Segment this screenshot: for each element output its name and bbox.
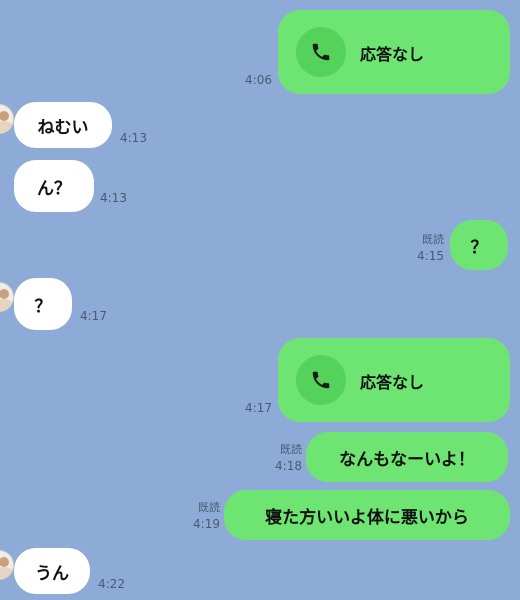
message-meta: 既読 4:15: [400, 232, 444, 264]
message-text: 寝た方いいよ体に悪いから: [265, 507, 469, 528]
message-time: 4:13: [100, 191, 127, 205]
message-time: 4:06: [245, 73, 272, 87]
read-receipt: 既読: [280, 443, 302, 456]
message-text: なんもなーいよ！: [339, 449, 475, 470]
message-meta: 既読 4:18: [252, 442, 302, 474]
read-receipt: 既読: [422, 233, 444, 246]
missed-call-bubble[interactable]: 応答なし: [278, 10, 510, 94]
phone-icon: [296, 27, 346, 77]
avatar[interactable]: [0, 282, 14, 312]
message-text: ？: [34, 296, 52, 317]
message-row: 既読 4:15 ？: [0, 220, 520, 270]
message-text: うん: [35, 563, 69, 584]
outgoing-message-bubble[interactable]: 寝た方いいよ体に悪いから: [224, 490, 510, 540]
message-row: 既読 4:18 なんもなーいよ！: [0, 432, 520, 482]
message-time: 4:13: [120, 131, 147, 145]
incoming-message-bubble[interactable]: ？: [14, 278, 72, 330]
message-row: うん 4:22: [0, 548, 520, 600]
message-time: 4:17: [80, 309, 107, 323]
message-time: 4:19: [193, 517, 220, 531]
message-row: ん？ 4:13: [0, 160, 520, 212]
message-time: 4:18: [275, 459, 302, 473]
message-meta: 既読 4:19: [170, 500, 220, 532]
message-time: 4:15: [417, 249, 444, 263]
call-status-label: 応答なし: [360, 373, 425, 392]
message-text: ねむい: [37, 117, 89, 138]
chat-thread: 4:06 応答なし ねむい 4:13 ん？ 4:13 既読 4:15 ？ ？ 4…: [0, 0, 520, 600]
message-row: 4:17 応答なし: [0, 338, 520, 422]
message-row: 既読 4:19 寝た方いいよ体に悪いから: [0, 490, 520, 540]
message-text: ん？: [37, 178, 71, 199]
message-text: ？: [470, 237, 488, 258]
missed-call-bubble[interactable]: 応答なし: [278, 338, 510, 422]
avatar[interactable]: [0, 550, 14, 580]
incoming-message-bubble[interactable]: ねむい: [14, 102, 112, 148]
outgoing-message-bubble[interactable]: ？: [450, 220, 508, 270]
incoming-message-bubble[interactable]: ん？: [14, 160, 94, 212]
phone-icon: [296, 355, 346, 405]
message-row: ねむい 4:13: [0, 102, 520, 148]
avatar[interactable]: [0, 104, 14, 134]
outgoing-message-bubble[interactable]: なんもなーいよ！: [306, 432, 508, 482]
message-time: 4:22: [98, 577, 125, 591]
call-status-label: 応答なし: [360, 45, 425, 64]
incoming-message-bubble[interactable]: うん: [14, 548, 90, 594]
read-receipt: 既読: [198, 501, 220, 514]
message-time: 4:17: [245, 401, 272, 415]
message-row: ？ 4:17: [0, 278, 520, 330]
message-row: 4:06 応答なし: [0, 10, 520, 94]
